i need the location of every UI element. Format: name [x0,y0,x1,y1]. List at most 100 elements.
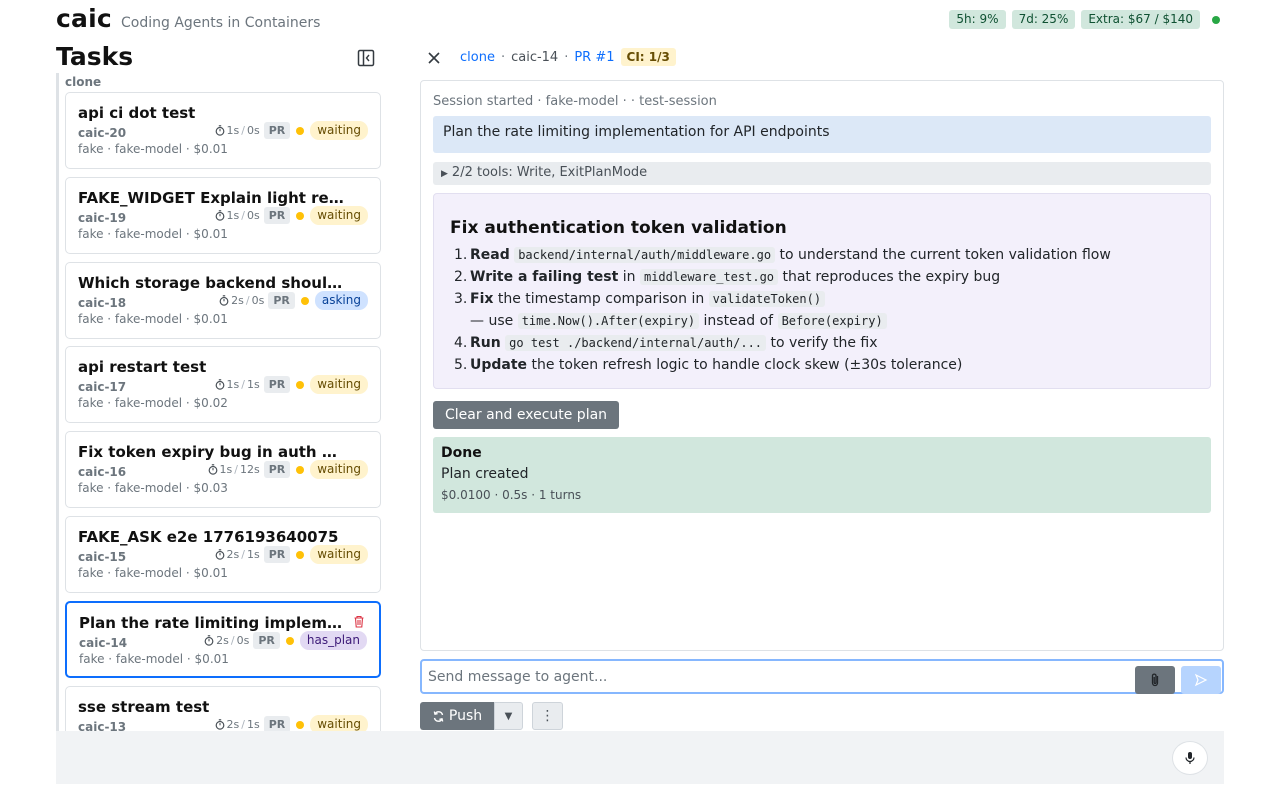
task-id: caic-17 [78,380,127,394]
paperclip-icon [1151,673,1159,687]
pr-badge[interactable]: PR [268,292,295,309]
step-code: go test ./backend/internal/auth/... [505,335,767,351]
ci-status-badge[interactable]: CI: 1/3 [620,48,676,66]
usage-extra-badge: Extra: $67 / $140 [1081,10,1200,29]
task-timer: 2s / 1s [215,718,260,731]
timer-separator: / [245,294,250,307]
attach-button[interactable] [1135,666,1175,694]
stopwatch-icon [215,549,224,560]
task-status-row: 1s / 12s PR waiting [208,460,368,479]
task-card[interactable]: Plan the rate limiting implementation fo… [65,601,381,678]
task-list[interactable]: clone api ci dot test caic-20 1s / 0s PR wai… [56,73,386,731]
step-number: 4. [454,335,468,351]
task-title: sse stream test [78,698,210,716]
task-elapsed: 2s [231,294,244,307]
task-card[interactable]: FAKE_WIDGET Explain light refraction caic… [65,177,381,254]
step-text: — use [470,313,514,329]
activity-dot [285,636,294,645]
trash-icon[interactable] [353,615,365,628]
task-id: caic-20 [78,126,127,140]
plan-step: 4. Run go test ./backend/internal/auth/.… [450,332,1190,354]
activity-dot [296,720,305,729]
pr-badge[interactable]: PR [263,122,291,139]
task-title: FAKE_WIDGET Explain light refraction [78,189,348,207]
step-number: 2. [454,269,468,285]
plan-card: Fix authentication token validation 1. R… [433,193,1211,389]
task-idle: 1s [246,378,260,391]
task-status-row: 2s / 1s PR waiting [215,545,368,564]
task-idle: 1s [246,548,260,561]
pr-link[interactable]: PR #1 [574,50,614,65]
session-info: Session started · fake-model · · test-se… [433,94,717,109]
step-code: middleware_test.go [639,269,779,285]
task-card[interactable]: Which storage backend should we use caic-… [65,262,381,339]
step-verb: Run [470,335,501,351]
sidebar-collapse-icon[interactable] [357,49,375,67]
task-id: caic-15 [78,550,127,564]
step-text: instead of [703,313,774,329]
task-card[interactable]: FAKE_ASK e2e 1776193640075 caic-15 2s / 1s… [65,516,381,593]
task-elapsed: 1s [226,209,240,222]
step-number: 1. [454,247,468,263]
result-meta: $0.0100 · 0.5s · 1 turns [441,488,582,502]
task-card[interactable]: sse stream testcaic-132s / 1sPRwaitingfa… [65,686,381,731]
step-text: the timestamp comparison in [497,291,705,307]
task-status-row: 2s / 0s PR asking [219,291,368,310]
breadcrumb-repo-link[interactable]: clone [460,50,495,65]
task-status-row: 2s / 1s PR waiting [215,715,368,731]
chevron-down-icon: ▼ [504,710,513,722]
session-transcript: Session started · fake-model · · test-se… [420,80,1224,651]
timer-separator: / [241,209,245,222]
activity-dot [296,550,305,559]
more-options-button[interactable]: ⋮ [532,702,563,730]
message-input[interactable] [428,665,1128,689]
push-label: Push [448,708,483,724]
task-status-row: 1s / 0s PR waiting [215,121,368,140]
task-meta: fake · fake-model · $0.01 [78,312,228,326]
microphone-icon [1185,752,1195,764]
tasks-heading: Tasks [56,42,134,71]
timer-separator: / [241,124,245,137]
task-state-badge: waiting [310,121,368,140]
task-timer: 2s / 0s [204,634,249,647]
stopwatch-icon [215,719,224,730]
push-button[interactable]: Push [420,702,494,730]
stopwatch-icon [204,635,214,646]
app-tagline: Coding Agents in Containers [121,15,321,31]
send-button[interactable] [1181,666,1221,694]
pr-badge[interactable]: PR [263,376,291,393]
pr-badge[interactable]: PR [263,716,291,731]
task-timer: 1s / 0s [215,124,260,137]
task-card[interactable]: api restart test caic-17 1s / 1s PR waiting f… [65,346,381,423]
tools-summary-toggle[interactable]: ▶ 2/2 tools: Write, ExitPlanMode [433,162,1211,185]
timer-separator: / [241,718,245,731]
task-elapsed: 1s [226,124,240,137]
plan-step: 5. Update the token refresh logic to han… [450,354,1190,376]
pr-badge[interactable]: PR [263,207,291,224]
task-idle: 0s [236,634,250,647]
push-dropdown-toggle[interactable]: ▼ [494,702,523,730]
pr-badge[interactable]: PR [263,546,291,563]
task-elapsed: 2s [226,718,240,731]
task-card[interactable]: Fix token expiry bug in auth middleware c… [65,431,381,508]
step-verb: Fix [470,291,494,307]
task-status-row: 1s / 0s PR waiting [215,206,368,225]
breadcrumb-separator: · [564,49,569,65]
close-icon[interactable] [425,49,443,67]
task-meta: fake · fake-model · $0.03 [78,481,228,495]
task-state-badge: waiting [310,375,368,394]
task-title: Plan the rate limiting implementation fo… [79,614,349,632]
execute-plan-button[interactable]: Clear and execute plan [433,401,620,429]
app-header: caic Coding Agents in Containers 5h: 9% … [56,0,1224,40]
step-text: that reproduces the expiry bug [782,269,1001,285]
pr-badge[interactable]: PR [253,632,280,649]
task-card[interactable]: api ci dot test caic-20 1s / 0s PR waiting fa… [65,92,381,169]
task-idle: 12s [239,463,260,476]
task-meta: fake · fake-model · $0.01 [78,566,228,580]
pr-badge[interactable]: PR [263,461,291,478]
task-id: caic-19 [78,211,127,225]
task-state-badge: waiting [310,545,368,564]
microphone-button[interactable] [1172,741,1208,775]
timer-separator: / [241,378,245,391]
app-brand: caic [56,4,112,33]
